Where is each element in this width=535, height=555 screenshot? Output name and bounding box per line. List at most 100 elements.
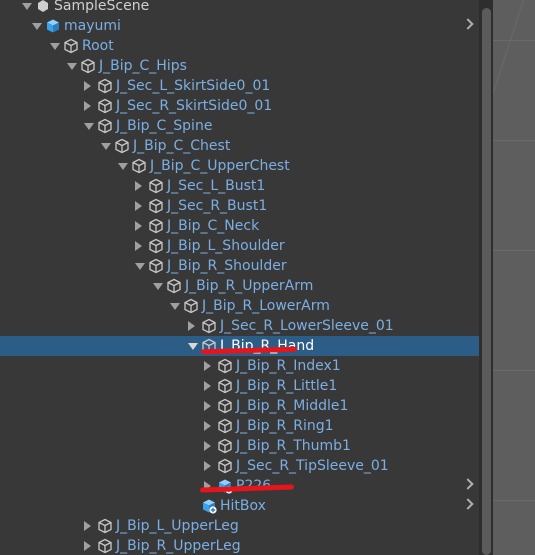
expand-arrow-right-icon[interactable] <box>204 421 211 431</box>
unity-scene-icon <box>35 0 51 14</box>
hierarchy-row[interactable]: J_Bip_C_Chest <box>0 136 479 156</box>
scene-view-panel[interactable] <box>493 0 535 555</box>
hierarchy-row[interactable]: J_Sec_R_LowerSleeve_01 <box>0 316 479 336</box>
expand-arrow-right-icon[interactable] <box>84 101 91 111</box>
hierarchy-row-label: J_Bip_L_UpperLeg <box>116 518 239 534</box>
hierarchy-row[interactable]: J_Bip_R_Little1 <box>0 376 479 396</box>
hierarchy-panel[interactable]: SampleScene mayumi Root J_Bip_C_Hips J_Sec_L… <box>0 0 479 555</box>
hierarchy-row-label: J_Bip_C_Neck <box>167 218 260 234</box>
expand-arrow-down-icon[interactable] <box>118 163 128 170</box>
expand-arrow-down-icon[interactable] <box>22 3 32 10</box>
hierarchy-row-label: J_Bip_L_Shoulder <box>167 238 285 254</box>
hierarchy-row[interactable]: J_Bip_L_UpperLeg <box>0 516 479 536</box>
gameobject-cube-icon <box>201 318 217 334</box>
gameobject-cube-icon <box>97 538 113 554</box>
hierarchy-row-label: J_Bip_R_Thumb1 <box>236 438 351 454</box>
expand-arrow-down-icon[interactable] <box>50 43 60 50</box>
scene-grid-line <box>493 140 535 141</box>
hierarchy-row-label: J_Bip_C_Spine <box>116 118 213 134</box>
hierarchy-row-label: J_Bip_C_Hips <box>99 58 187 74</box>
hierarchy-row[interactable]: J_Bip_R_Ring1 <box>0 416 479 436</box>
hierarchy-row-label: J_Bip_C_UpperChest <box>150 158 290 174</box>
expand-arrow-down-icon[interactable] <box>84 123 94 130</box>
hierarchy-row[interactable]: HitBox <box>0 496 479 516</box>
gameobject-cube-icon <box>148 258 164 274</box>
scene-grid-line <box>493 40 535 41</box>
hierarchy-row[interactable]: J_Bip_R_Middle1 <box>0 396 479 416</box>
hierarchy-row[interactable]: mayumi <box>0 16 479 36</box>
hierarchy-row[interactable]: J_Bip_R_Index1 <box>0 356 479 376</box>
hierarchy-row[interactable]: J_Bip_R_UpperArm <box>0 276 479 296</box>
hierarchy-row[interactable]: J_Bip_C_Hips <box>0 56 479 76</box>
gameobject-cube-icon <box>217 398 233 414</box>
gameobject-cube-icon <box>217 418 233 434</box>
chevron-right-icon[interactable] <box>462 18 474 30</box>
gameobject-cube-icon <box>148 238 164 254</box>
hierarchy-row-label: J_Sec_R_LowerSleeve_01 <box>220 318 394 334</box>
expand-arrow-right-icon[interactable] <box>188 321 195 331</box>
hierarchy-row[interactable]: J_Sec_R_Bust1 <box>0 196 479 216</box>
hierarchy-row[interactable]: J_Bip_R_Thumb1 <box>0 436 479 456</box>
expand-arrow-right-icon[interactable] <box>204 401 211 411</box>
chevron-right-icon[interactable] <box>462 498 474 510</box>
hierarchy-row[interactable]: J_Bip_C_Neck <box>0 216 479 236</box>
hierarchy-row-label: J_Bip_R_Little1 <box>236 378 338 394</box>
hierarchy-row[interactable]: J_Sec_L_SkirtSide0_01 <box>0 76 479 96</box>
hierarchy-row[interactable]: J_Sec_R_SkirtSide0_01 <box>0 96 479 116</box>
hierarchy-row-label: J_Sec_L_Bust1 <box>167 178 266 194</box>
expand-arrow-right-icon[interactable] <box>84 521 91 531</box>
hierarchy-row-label: J_Bip_C_Chest <box>133 138 231 154</box>
hierarchy-row[interactable]: J_Bip_L_Shoulder <box>0 236 479 256</box>
hierarchy-row-label: J_Bip_R_UpperArm <box>185 278 314 294</box>
hierarchy-row[interactable]: Root <box>0 36 479 56</box>
expand-arrow-right-icon[interactable] <box>84 541 91 551</box>
expand-arrow-right-icon[interactable] <box>135 221 142 231</box>
gameobject-cube-icon <box>217 378 233 394</box>
hierarchy-row-label: J_Sec_L_SkirtSide0_01 <box>116 78 271 94</box>
scene-grid-line <box>493 0 524 555</box>
expand-arrow-right-icon[interactable] <box>135 241 142 251</box>
gameobject-cube-icon <box>148 198 164 214</box>
hierarchy-row[interactable]: J_Bip_R_Shoulder <box>0 256 479 276</box>
gameobject-cube-icon <box>148 178 164 194</box>
expand-arrow-down-icon[interactable] <box>32 23 42 30</box>
expand-arrow-right-icon[interactable] <box>204 361 211 371</box>
scene-grid-line <box>493 500 535 501</box>
gameobject-cube-icon <box>217 438 233 454</box>
hierarchy-row[interactable]: J_Sec_R_TipSleeve_01 <box>0 456 479 476</box>
hierarchy-row-label: J_Bip_R_LowerArm <box>202 298 330 314</box>
expand-arrow-right-icon[interactable] <box>204 461 211 471</box>
hierarchy-row[interactable]: SampleScene <box>0 0 479 16</box>
hierarchy-row[interactable]: J_Bip_C_Spine <box>0 116 479 136</box>
hierarchy-row-label: J_Bip_R_Middle1 <box>236 398 349 414</box>
gameobject-cube-icon <box>97 98 113 114</box>
gameobject-cube-icon <box>114 138 130 154</box>
hierarchy-row[interactable]: J_Sec_L_Bust1 <box>0 176 479 196</box>
expand-arrow-down-icon[interactable] <box>153 283 163 290</box>
expand-arrow-right-icon[interactable] <box>135 201 142 211</box>
expand-arrow-right-icon[interactable] <box>135 181 142 191</box>
hierarchy-row[interactable]: J_Bip_R_LowerArm <box>0 296 479 316</box>
gameobject-cube-icon <box>97 78 113 94</box>
hierarchy-row-label: J_Sec_R_Bust1 <box>167 198 268 214</box>
expand-arrow-down-icon[interactable] <box>101 143 111 150</box>
expand-arrow-down-icon[interactable] <box>188 343 198 350</box>
hierarchy-row-label: J_Bip_R_Index1 <box>236 358 341 374</box>
expand-arrow-down-icon[interactable] <box>67 63 77 70</box>
expand-arrow-down-icon[interactable] <box>135 263 145 270</box>
expand-arrow-right-icon[interactable] <box>84 81 91 91</box>
chevron-right-icon[interactable] <box>462 478 474 490</box>
expand-arrow-right-icon[interactable] <box>204 441 211 451</box>
hierarchy-row-label: J_Sec_R_SkirtSide0_01 <box>116 98 273 114</box>
scrollbar-thumb[interactable] <box>482 8 491 555</box>
added-prefab-icon <box>201 498 217 514</box>
hierarchy-row[interactable]: J_Bip_R_UpperLeg <box>0 536 479 555</box>
hierarchy-row-label: mayumi <box>64 18 121 34</box>
expand-arrow-right-icon[interactable] <box>204 381 211 391</box>
hierarchy-row[interactable]: J_Bip_C_UpperChest <box>0 156 479 176</box>
gameobject-cube-icon <box>217 458 233 474</box>
hierarchy-row-label: SampleScene <box>54 0 150 14</box>
hierarchy-row-label: J_Bip_R_Ring1 <box>236 418 334 434</box>
gameobject-cube-icon <box>148 218 164 234</box>
expand-arrow-down-icon[interactable] <box>170 303 180 310</box>
